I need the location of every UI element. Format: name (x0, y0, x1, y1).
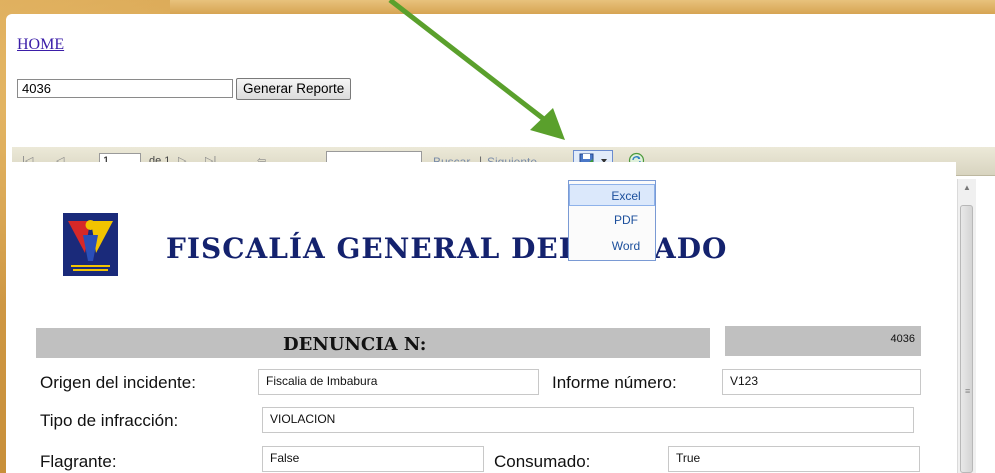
origen-label: Origen del incidente: (40, 373, 196, 392)
consumado-value: True (668, 446, 920, 472)
denuncia-number-box: 4036 (725, 326, 921, 356)
scroll-up-arrow-icon[interactable]: ▲ (963, 183, 971, 192)
home-link[interactable]: HOME (17, 36, 64, 54)
generar-reporte-button[interactable]: Generar Reporte (236, 78, 352, 100)
export-pdf-option[interactable]: PDF (569, 209, 655, 231)
export-menu: Excel PDF Word (568, 180, 656, 261)
informe-label: Informe número: (552, 373, 677, 392)
flagrante-label: Flagrante: (40, 452, 117, 471)
browser-top-strip (170, 0, 995, 15)
consumado-label: Consumado: (494, 452, 591, 471)
export-word-option[interactable]: Word (569, 235, 655, 257)
denuncia-id-input[interactable] (17, 79, 233, 98)
export-excel-option[interactable]: Excel (569, 184, 655, 206)
tipo-label: Tipo de infracción: (40, 411, 179, 430)
denuncia-number: 4036 (890, 333, 915, 345)
flagrante-value: False (262, 446, 484, 472)
tipo-value: VIOLACION (262, 407, 914, 433)
scroll-grip-icon: ≡ (965, 386, 971, 396)
informe-value: V123 (722, 369, 921, 395)
report-scrollbar[interactable]: ▲ ≡ (957, 179, 976, 473)
origen-value: Fiscalia de Imbabura (258, 369, 539, 395)
denuncia-label: DENUNCIA N: (283, 334, 427, 355)
scroll-thumb[interactable]: ≡ (960, 205, 973, 473)
fiscalia-logo (63, 213, 118, 276)
